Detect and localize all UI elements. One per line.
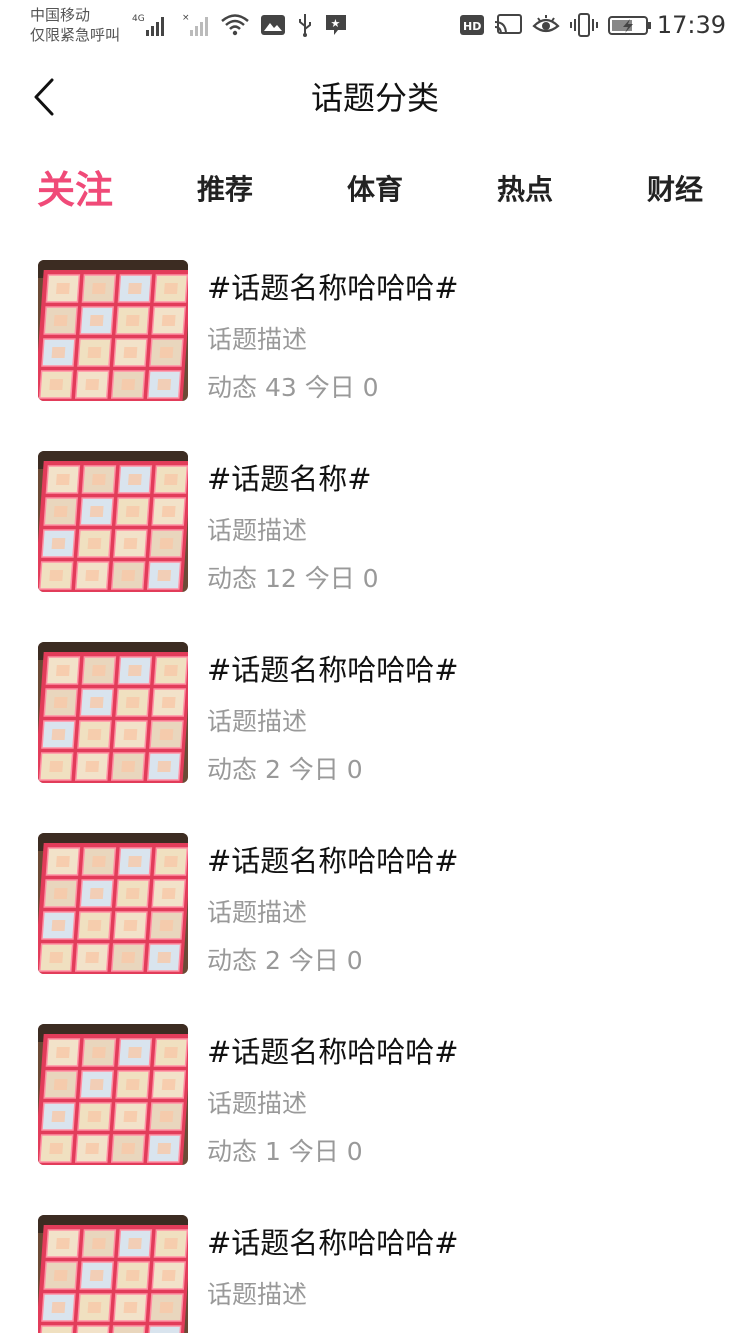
hd-icon: HD xyxy=(460,12,484,38)
quilt-image xyxy=(38,260,188,401)
topic-item[interactable]: #话题名称哈哈哈# 话题描述 xyxy=(0,1215,750,1333)
topic-stats: 动态 2 今日 0 xyxy=(207,755,363,784)
quilt-image xyxy=(38,1215,188,1333)
topic-thumbnail xyxy=(38,642,188,783)
topic-description: 话题描述 xyxy=(207,707,308,736)
topic-description: 话题描述 xyxy=(207,325,308,354)
topic-title: #话题名称哈哈哈# xyxy=(207,1226,459,1260)
topic-title: #话题名称哈哈哈# xyxy=(207,271,459,305)
topic-thumbnail xyxy=(38,1024,188,1165)
emergency-only-text: 仅限紧急呼叫 xyxy=(30,26,121,44)
carrier-info: 中国移动 仅限紧急呼叫 xyxy=(30,5,120,45)
quilt-image xyxy=(38,833,188,974)
status-icons-left: 4G × ★ xyxy=(132,10,348,40)
topic-item[interactable]: #话题名称哈哈哈# 话题描述 动态 43 今日 0 xyxy=(0,260,750,440)
tab-following[interactable]: 关注 xyxy=(37,160,113,220)
image-icon xyxy=(260,12,286,38)
topic-stats: 动态 43 今日 0 xyxy=(207,373,379,402)
status-icons-right: HD xyxy=(460,10,652,40)
topic-title: #话题名称哈哈哈# xyxy=(207,1035,459,1069)
topic-stats: 动态 1 今日 0 xyxy=(207,1137,363,1166)
topic-description: 话题描述 xyxy=(207,1089,308,1118)
tab-recommended[interactable]: 推荐 xyxy=(197,160,253,220)
eye-icon xyxy=(532,12,560,38)
battery-charging-icon xyxy=(608,12,652,38)
topic-thumbnail xyxy=(38,1215,188,1333)
svg-text:×: × xyxy=(182,13,190,23)
topic-thumbnail xyxy=(38,451,188,592)
network-type-label: 4G xyxy=(132,14,145,24)
quilt-image xyxy=(38,1024,188,1165)
topic-stats: 动态 12 今日 0 xyxy=(207,564,379,593)
quilt-image xyxy=(38,642,188,783)
topic-description: 话题描述 xyxy=(207,898,308,927)
topic-item[interactable]: #话题名称哈哈哈# 话题描述 动态 1 今日 0 xyxy=(0,1024,750,1204)
signal-icon: 4G xyxy=(132,12,172,38)
topic-item[interactable]: #话题名称# 话题描述 动态 12 今日 0 xyxy=(0,451,750,631)
topic-item[interactable]: #话题名称哈哈哈# 话题描述 动态 2 今日 0 xyxy=(0,642,750,822)
tab-finance[interactable]: 财经 xyxy=(647,160,703,220)
quilt-image xyxy=(38,451,188,592)
topic-description: 话题描述 xyxy=(207,516,308,545)
topic-title: #话题名称哈哈哈# xyxy=(207,844,459,878)
category-tabs: 关注 推荐 体育 热点 财经 xyxy=(0,160,750,220)
usb-icon xyxy=(296,12,314,38)
hd-label: HD xyxy=(463,20,481,33)
status-bar: 中国移动 仅限紧急呼叫 4G × ★ HD 17:39 xyxy=(0,0,750,50)
no-signal-icon: × xyxy=(182,12,210,38)
topic-thumbnail xyxy=(38,833,188,974)
carrier-name: 中国移动 xyxy=(30,6,91,24)
svg-text:★: ★ xyxy=(331,17,341,30)
wifi-icon xyxy=(220,12,250,38)
app-notification-icon: ★ xyxy=(324,12,348,38)
vibrate-icon xyxy=(570,12,598,38)
cast-icon xyxy=(494,12,522,38)
tab-trending[interactable]: 热点 xyxy=(497,160,553,220)
topic-item[interactable]: #话题名称哈哈哈# 话题描述 动态 2 今日 0 xyxy=(0,833,750,1013)
topic-thumbnail xyxy=(38,260,188,401)
topic-stats: 动态 2 今日 0 xyxy=(207,946,363,975)
topic-title: #话题名称哈哈哈# xyxy=(207,653,459,687)
tab-sports[interactable]: 体育 xyxy=(347,160,403,220)
topic-description: 话题描述 xyxy=(207,1280,308,1309)
status-time: 17:39 xyxy=(656,11,726,39)
page-title: 话题分类 xyxy=(310,79,439,117)
topic-title: #话题名称# xyxy=(207,462,372,496)
header: 话题分类 xyxy=(0,58,750,138)
